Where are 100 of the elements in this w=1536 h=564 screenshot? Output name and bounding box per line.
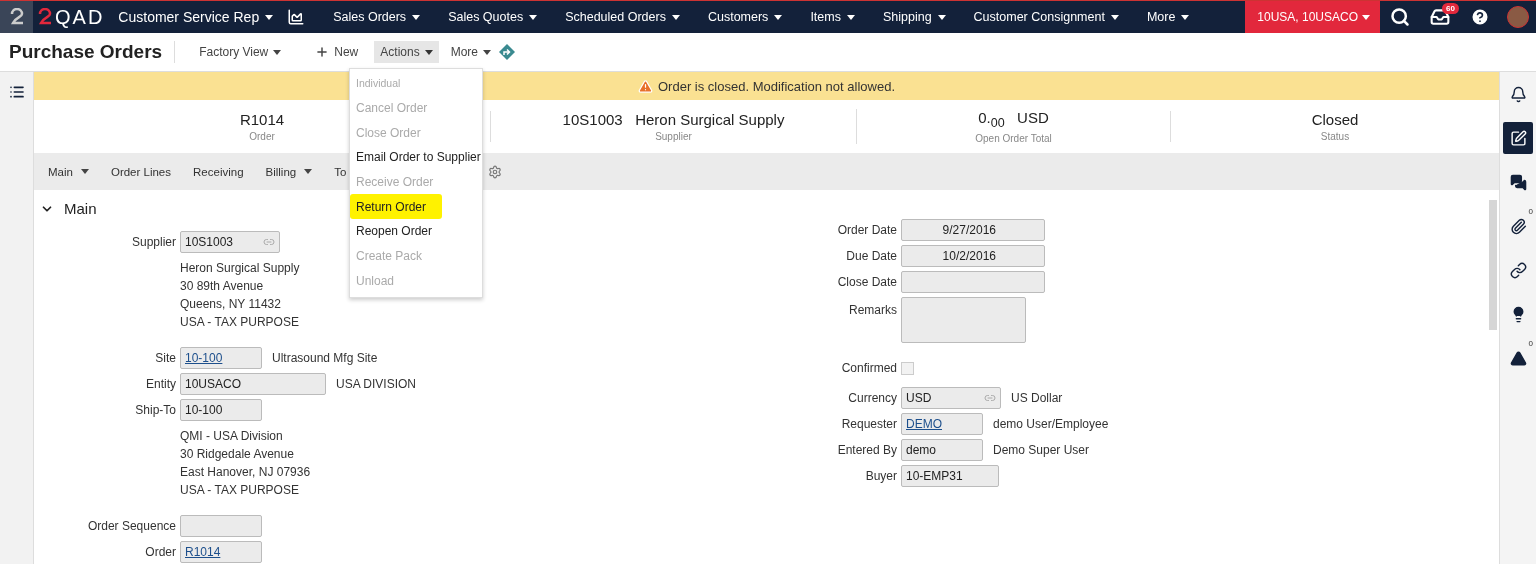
logo-icon (37, 8, 53, 26)
address-line: 30 89th Avenue (180, 279, 264, 293)
section-tab[interactable]: Receiving (185, 165, 258, 178)
input-field[interactable]: 10S1003 (180, 231, 280, 253)
field-label: Order (144, 545, 176, 559)
field-label: Ship-To (134, 403, 176, 417)
caret-icon (273, 49, 282, 55)
date-field[interactable]: 9/27/2016 (901, 219, 1045, 241)
input-field[interactable]: 10-EMP31 (901, 465, 999, 487)
caret-icon (412, 14, 421, 20)
nav-menu[interactable]: Customer Consignment (959, 10, 1133, 24)
summary-caption: Order (249, 131, 275, 142)
nav-menu[interactable]: More (1132, 10, 1204, 24)
new-button[interactable]: New (309, 41, 365, 63)
settings-icon[interactable] (488, 164, 503, 179)
bell-icon (1509, 85, 1527, 103)
domain-menu[interactable]: 10USA, 10USACO (1245, 1, 1380, 33)
input-field[interactable] (180, 515, 262, 537)
navigate-icon[interactable] (499, 44, 515, 60)
page-title: Purchase Orders (9, 41, 176, 63)
caret-icon (265, 14, 274, 20)
field-label: Close Date (836, 275, 897, 289)
menu-item[interactable]: Email Order to Supplier (350, 145, 482, 170)
input-field[interactable]: demo (901, 439, 983, 461)
input-field[interactable]: 10-100 (180, 347, 262, 369)
count-label: 0 (1528, 339, 1533, 348)
warning-icon (1509, 349, 1527, 367)
field-label: Currency (847, 391, 897, 405)
caret-icon (774, 14, 783, 20)
caret-icon (1362, 14, 1370, 20)
field-label: Entity (145, 377, 176, 391)
caret-icon (304, 169, 313, 174)
role-menu[interactable]: Customer Service Rep (118, 9, 282, 25)
caret-icon (1181, 14, 1190, 20)
field-description: US Dollar (1011, 391, 1063, 405)
address-line: QMI - USA Division (180, 429, 283, 443)
summary-caption: Supplier (655, 131, 692, 142)
warning-icon (638, 78, 653, 94)
caret-icon (483, 49, 491, 55)
caret-icon (846, 14, 855, 20)
section-title[interactable]: Main (64, 200, 97, 217)
address-line: USA - TAX PURPOSE (180, 315, 299, 329)
summary-caption: Open Order Total (975, 133, 1052, 144)
avatar[interactable] (1507, 6, 1529, 28)
link-icon (984, 392, 996, 404)
field-label: Remarks (848, 302, 897, 317)
nav-menu[interactable]: Customers (693, 10, 797, 24)
field-description: demo User/Employee (993, 417, 1109, 431)
caret-icon (937, 14, 946, 20)
menu-item[interactable]: Reopen Order (350, 219, 482, 244)
more-menu[interactable]: More (444, 41, 497, 63)
menu-item[interactable]: Return Order (350, 194, 442, 220)
caret-icon (1110, 14, 1119, 20)
field-label: Order Date (836, 223, 897, 237)
field-label: Entered By (836, 443, 897, 457)
rail-button[interactable]: 0 (1503, 342, 1533, 374)
caret-icon (80, 169, 89, 174)
field-label: Supplier (130, 235, 176, 249)
remarks-field[interactable] (901, 297, 1026, 343)
input-field[interactable]: R1014 (180, 541, 262, 563)
section-tab[interactable]: Billing (257, 165, 327, 178)
inbox-badge: 60 (1442, 3, 1459, 14)
nav-menu[interactable]: Scheduled Orders (551, 10, 694, 24)
date-field[interactable] (901, 271, 1045, 293)
checkbox[interactable] (901, 361, 914, 375)
view-menu[interactable]: Factory View (193, 41, 288, 63)
nav-menu[interactable]: Sales Quotes (434, 10, 552, 24)
scrollbar[interactable] (1489, 200, 1497, 330)
edit-icon (1509, 129, 1527, 147)
date-field[interactable]: 10/2/2016 (901, 245, 1045, 267)
field-label: Requester (840, 417, 897, 431)
summary-caption: Status (1320, 131, 1350, 142)
field-label: Buyer (864, 469, 897, 483)
caret-icon (424, 49, 433, 55)
section-tab[interactable]: Order Lines (102, 165, 186, 178)
input-field[interactable]: 10-100 (180, 399, 262, 421)
plus-icon (315, 45, 330, 59)
section-tab[interactable]: Main (40, 165, 103, 178)
address-line: East Hanover, NJ 07936 (180, 465, 311, 479)
input-field[interactable]: 10USACO (180, 373, 326, 395)
address-line: Heron Surgical Supply (180, 261, 300, 275)
input-field[interactable]: DEMO (901, 413, 983, 435)
caret-icon (529, 14, 538, 20)
actions-menu[interactable]: Actions (374, 41, 439, 63)
list-icon[interactable] (8, 84, 25, 100)
nav-menu[interactable]: Items (796, 10, 869, 24)
input-field[interactable]: USD (901, 387, 1001, 409)
address-line: USA - TAX PURPOSE (180, 483, 299, 497)
rail-button[interactable]: 0 (1503, 210, 1533, 242)
app-switcher-icon[interactable] (0, 1, 33, 33)
summary-value: 10S1003 Heron Surgical Supply (562, 111, 785, 128)
link-icon (1509, 261, 1527, 279)
link-icon (263, 236, 275, 248)
nav-menu[interactable]: Shipping (868, 10, 960, 24)
field-description: Demo Super User (993, 443, 1090, 457)
nav-menu[interactable]: Sales Orders (319, 10, 435, 24)
banner-text: Order is closed. Modification not allowed. (658, 78, 895, 94)
rail-button[interactable] (1503, 122, 1533, 154)
field-label: Site (154, 351, 176, 365)
menu-header: Individual (355, 76, 402, 92)
